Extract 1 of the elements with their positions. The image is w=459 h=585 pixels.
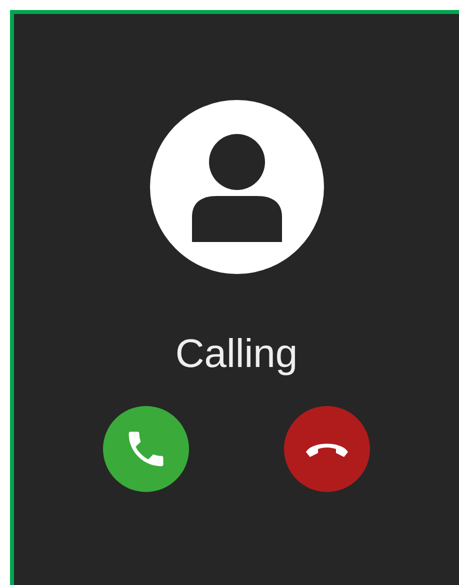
call-status: Calling — [175, 334, 298, 374]
